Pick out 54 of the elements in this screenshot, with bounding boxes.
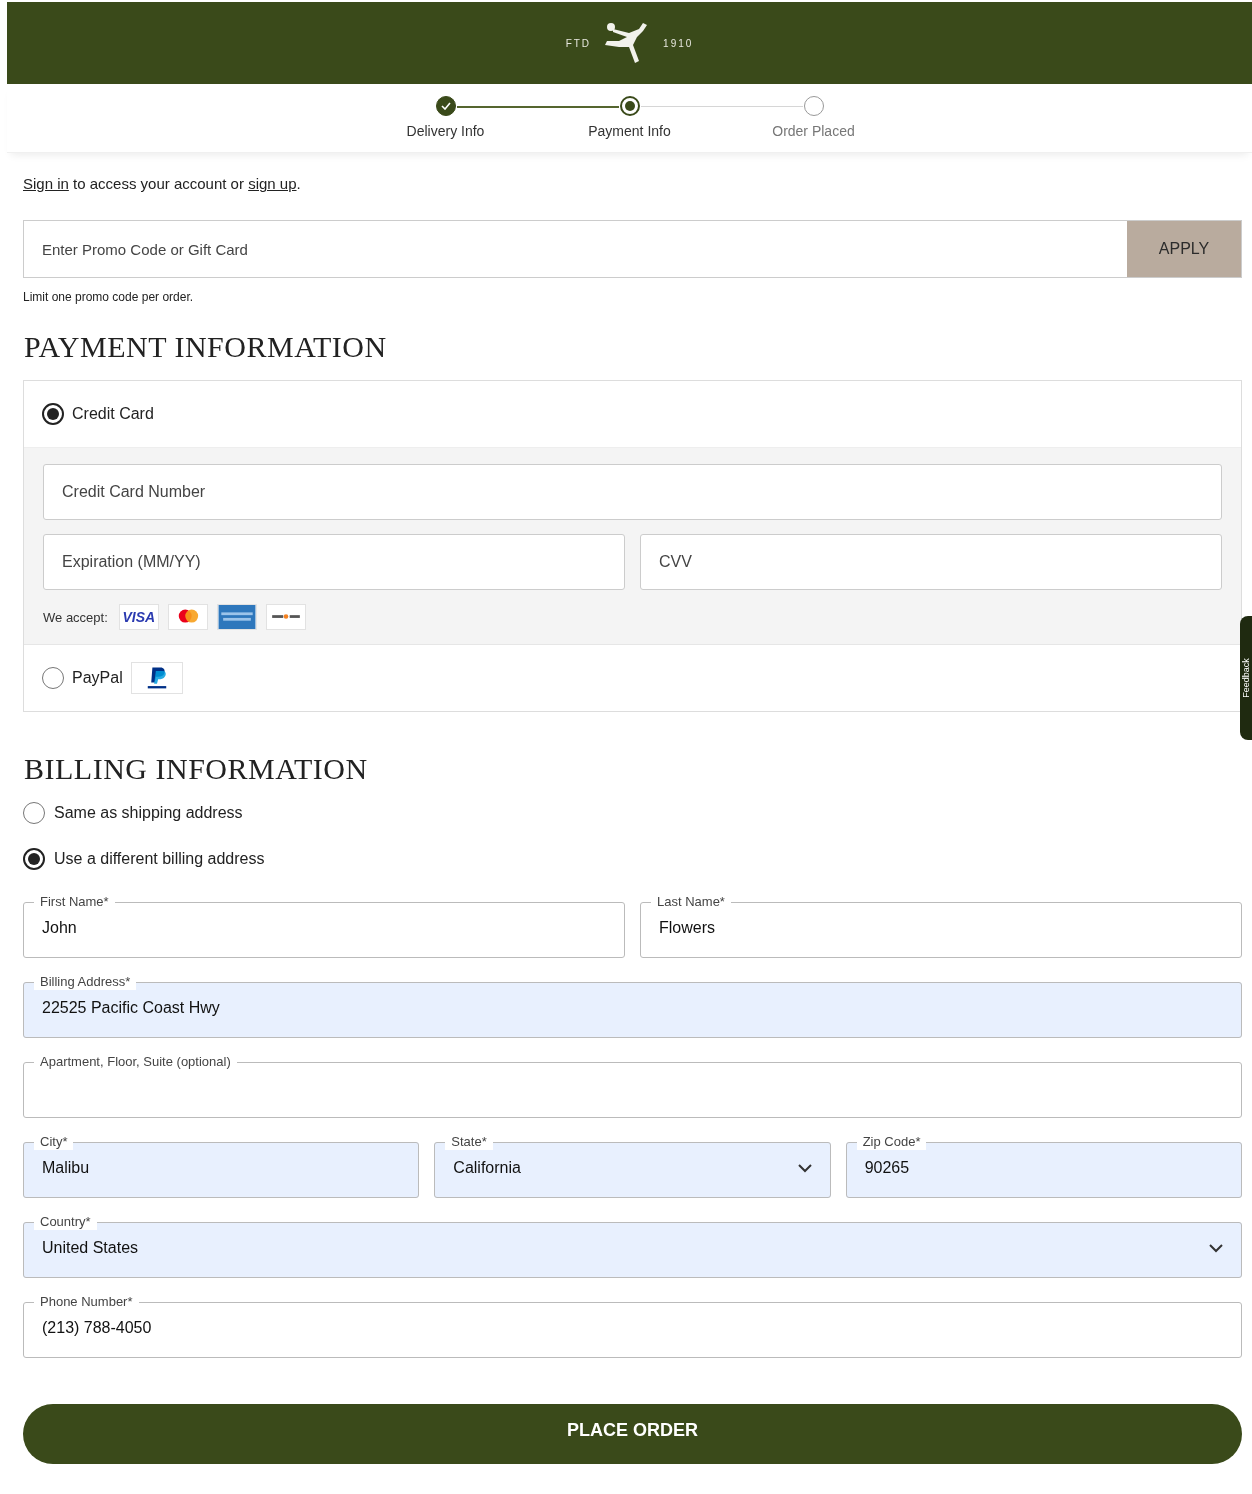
field-label: City* <box>34 1134 74 1150</box>
radio-button[interactable] <box>23 848 45 870</box>
step-label: Order Placed <box>772 123 855 139</box>
visa-logo: VISA <box>118 604 159 630</box>
radio-label: Credit Card <box>72 405 154 423</box>
field-label: Country* <box>34 1214 97 1230</box>
input-field[interactable]: Phone Number* (213) 788-4050 <box>23 1294 1242 1358</box>
field-value: United States <box>42 1239 140 1257</box>
radio-label: PayPal <box>72 669 123 687</box>
input-field[interactable]: Apartment, Floor, Suite (optional) <box>23 1054 1242 1118</box>
cvv-field[interactable]: CVV <box>640 534 1222 590</box>
field-label: State* <box>445 1134 493 1150</box>
step-label: Payment Info <box>588 123 671 139</box>
paypal-logo <box>130 662 183 694</box>
sign-in-text: Sign in to access your account or sign up. <box>23 175 302 192</box>
radio-button[interactable] <box>23 802 45 824</box>
card-number-field[interactable]: Credit Card Number <box>43 464 1222 520</box>
promo-code-field[interactable]: Enter Promo Code or Gift Card APPLY <box>23 220 1242 278</box>
radio-button[interactable] <box>42 667 64 689</box>
field-value: 90265 <box>864 1159 911 1177</box>
section-heading: PAYMENT INFORMATION <box>24 330 388 364</box>
input-field[interactable]: City* Malibu <box>23 1134 420 1198</box>
chevron-down-icon <box>797 1163 812 1173</box>
select-field[interactable]: Country* United States <box>23 1214 1242 1278</box>
apply-button[interactable]: APPLY <box>1127 221 1241 277</box>
feedback-tab[interactable]: Feedback <box>1240 616 1252 740</box>
logo-text: 1910 <box>663 37 694 49</box>
mastercard-logo <box>167 604 208 630</box>
input-field[interactable]: Zip Code* 90265 <box>845 1134 1242 1198</box>
field-label: Billing Address* <box>34 974 137 990</box>
sign-up-link[interactable]: sign up <box>248 175 297 192</box>
place-order-button[interactable]: PLACE ORDER <box>23 1404 1242 1464</box>
input-field[interactable]: First Name* John <box>23 894 625 958</box>
radio-label: Same as shipping address <box>54 804 243 822</box>
radio-label: Use a different billing address <box>54 850 265 868</box>
chevron-down-icon <box>1209 1243 1223 1253</box>
input-field[interactable]: Last Name* Flowers <box>640 894 1242 958</box>
field-value: (213) 788-4050 <box>42 1319 153 1337</box>
field-value: Flowers <box>659 919 716 937</box>
field-value: John <box>42 919 78 937</box>
promo-note: Limit one promo code per order. <box>23 290 195 304</box>
field-value: California <box>453 1159 522 1177</box>
input-field[interactable]: Billing Address* 22525 Pacific Coast Hwy <box>23 974 1242 1038</box>
field-value: 22525 Pacific Coast Hwy <box>42 999 221 1017</box>
select-field[interactable]: State* California <box>434 1134 831 1198</box>
radio-button[interactable] <box>42 403 64 425</box>
logo-text: FTD <box>565 37 592 49</box>
field-label: Zip Code* <box>856 1134 927 1150</box>
step-label: Delivery Info <box>406 123 485 139</box>
section-heading: BILLING INFORMATION <box>24 752 369 786</box>
sign-in-link[interactable]: Sign in <box>23 175 69 192</box>
field-value: Malibu <box>42 1159 91 1177</box>
accepted-cards-label: We accept: <box>43 609 108 625</box>
expiration-field[interactable]: Expiration (MM/YY) <box>43 534 625 590</box>
